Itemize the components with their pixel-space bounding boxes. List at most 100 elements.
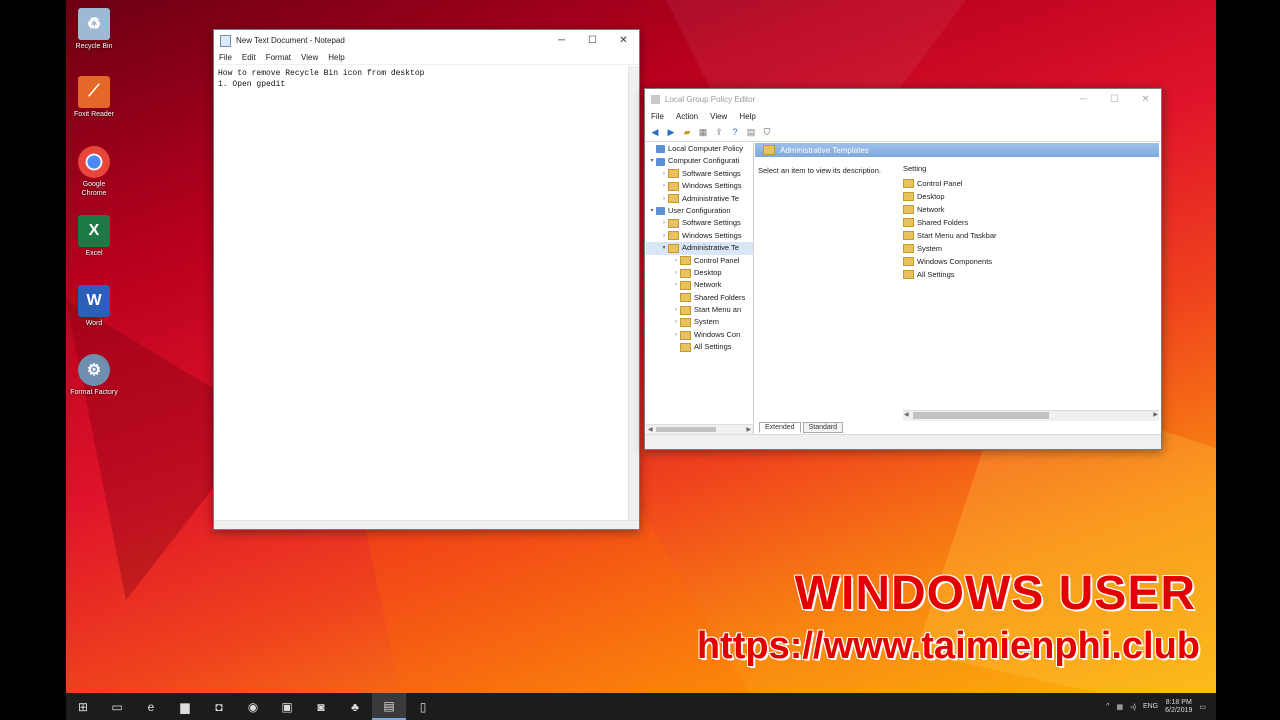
language-indicator[interactable]: ENG (1143, 703, 1158, 710)
maximize-icon[interactable]: ☐ (577, 35, 608, 46)
chevron-right-icon[interactable]: › (660, 217, 668, 229)
scroll-right-icon[interactable]: ▶ (1153, 411, 1158, 418)
menu-file[interactable]: File (219, 53, 232, 62)
notepad-titlebar[interactable]: New Text Document - Notepad ─ ☐ ✕ (214, 30, 639, 51)
app-button[interactable]: ▣ (270, 693, 304, 720)
tree-item[interactable]: › System (646, 316, 753, 328)
tree-item[interactable]: Local Computer Policy (646, 143, 753, 155)
vertical-scrollbar[interactable] (628, 66, 639, 521)
gpedit-button[interactable]: ▤ (372, 693, 406, 720)
list-item[interactable]: Windows Components (903, 255, 997, 268)
task-view-button[interactable]: ▭ (100, 693, 134, 720)
tree-item[interactable]: Shared Folders (646, 292, 753, 304)
chevron-right-icon[interactable]: › (660, 168, 668, 180)
tree-item[interactable]: › Control Panel (646, 255, 753, 267)
start-button[interactable]: ⊞ (66, 693, 100, 720)
up-folder-icon[interactable]: ▰ (681, 127, 693, 138)
scroll-left-icon[interactable]: ◀ (904, 411, 909, 418)
list-item[interactable]: Shared Folders (903, 216, 997, 229)
file-explorer-button[interactable]: ▆ (168, 693, 202, 720)
help-icon[interactable]: ? (729, 127, 741, 138)
menu-file[interactable]: File (651, 112, 664, 121)
policy-tree[interactable]: Local Computer Policy ▾ Computer Configura… (646, 143, 754, 434)
chevron-right-icon[interactable]: › (660, 180, 668, 192)
tree-item[interactable]: › Windows Settings (646, 180, 753, 192)
tree-item[interactable]: › Software Settings (646, 217, 753, 229)
minimize-icon[interactable]: ─ (1068, 94, 1099, 105)
menu-action[interactable]: Action (676, 112, 698, 121)
desktop-icon-chrome[interactable]: Google Chrome (70, 146, 118, 198)
scrollbar-thumb[interactable] (913, 412, 1049, 419)
tree-horizontal-scrollbar[interactable]: ◀ ▶ (646, 424, 753, 434)
chevron-right-icon[interactable]: › (672, 267, 680, 279)
tab-standard[interactable]: Standard (802, 422, 844, 433)
chevron-right-icon[interactable]: › (672, 329, 680, 341)
filter-icon[interactable]: ⛉ (761, 127, 773, 138)
clock[interactable]: 8:18 PM 6/2/2019 (1165, 699, 1192, 715)
menu-view[interactable]: View (710, 112, 727, 121)
back-arrow-icon[interactable]: ◀ (649, 127, 661, 138)
chrome-button[interactable]: ◉ (236, 693, 270, 720)
tree-item[interactable]: All Settings (646, 341, 753, 353)
menu-view[interactable]: View (301, 53, 318, 62)
menu-format[interactable]: Format (266, 53, 291, 62)
menu-help[interactable]: Help (328, 53, 344, 62)
minimize-icon[interactable]: ─ (546, 35, 577, 46)
properties-icon[interactable]: ▤ (745, 127, 757, 138)
list-item[interactable]: Desktop (903, 190, 997, 203)
maximize-icon[interactable]: ☐ (1099, 94, 1130, 105)
export-list-icon[interactable]: ⇪ (713, 127, 725, 138)
tree-item[interactable]: › Software Settings (646, 168, 753, 180)
tree-item[interactable]: › Start Menu an (646, 304, 753, 316)
horizontal-scrollbar[interactable] (214, 520, 639, 529)
desktop-icon-foxit-reader[interactable]: ⟋ Foxit Reader (70, 76, 118, 119)
forward-arrow-icon[interactable]: ▶ (665, 127, 677, 138)
show-hide-tree-icon[interactable]: ▦ (697, 127, 709, 138)
network-app-button[interactable]: ♣ (338, 693, 372, 720)
tree-item[interactable]: › Network (646, 279, 753, 291)
list-item[interactable]: Control Panel (903, 177, 997, 190)
tree-item[interactable]: › Desktop (646, 267, 753, 279)
details-horizontal-scrollbar[interactable]: ◀ ▶ (903, 410, 1159, 421)
chevron-right-icon[interactable]: › (672, 279, 680, 291)
notepad-button[interactable]: ▯ (406, 693, 440, 720)
chevron-right-icon[interactable]: › (672, 255, 680, 267)
menu-edit[interactable]: Edit (242, 53, 256, 62)
chevron-right-icon[interactable]: › (672, 316, 680, 328)
menu-help[interactable]: Help (739, 112, 755, 121)
desktop-icon-recycle-bin[interactable]: ♻ Recycle Bin (70, 8, 118, 51)
tree-item[interactable]: › Windows Con (646, 329, 753, 341)
tree-item[interactable]: › Administrative Te (646, 193, 753, 205)
chevron-down-icon[interactable]: ▾ (648, 205, 656, 217)
tab-extended[interactable]: Extended (759, 422, 801, 433)
store-button[interactable]: ◘ (202, 693, 236, 720)
tree-item[interactable]: ▾ User Configuration (646, 205, 753, 217)
desktop-icon-word[interactable]: W Word (70, 285, 118, 328)
list-item[interactable]: Start Menu and Taskbar (903, 229, 997, 242)
gpedit-window[interactable]: Local Group Policy Editor ─ ☐ ✕ File Act… (644, 88, 1162, 450)
list-item[interactable]: Network (903, 203, 997, 216)
tree-item[interactable]: › Windows Settings (646, 230, 753, 242)
network-icon[interactable]: ▦ (1116, 703, 1123, 711)
tree-item[interactable]: ▾ Administrative Te (646, 242, 753, 255)
desktop-icon-format-factory[interactable]: ⚙ Format Factory (70, 354, 118, 397)
close-icon[interactable]: ✕ (1130, 94, 1161, 105)
scroll-left-icon[interactable]: ◀ (648, 426, 653, 433)
chevron-right-icon[interactable]: › (672, 304, 680, 316)
list-item[interactable]: System (903, 242, 997, 255)
column-header-setting[interactable]: Setting (903, 163, 997, 175)
chevron-down-icon[interactable]: ▾ (660, 242, 668, 254)
notifications-icon[interactable]: ▭ (1199, 703, 1206, 711)
notepad-window[interactable]: New Text Document - Notepad ─ ☐ ✕ File E… (213, 29, 640, 530)
edge-button[interactable]: e (134, 693, 168, 720)
scrollbar-thumb[interactable] (656, 427, 716, 432)
close-icon[interactable]: ✕ (608, 35, 639, 46)
list-item[interactable]: All Settings (903, 268, 997, 281)
notepad-text-area[interactable]: How to remove Recycle Bin icon from desk… (214, 66, 629, 521)
scroll-right-icon[interactable]: ▶ (746, 426, 751, 433)
gpedit-titlebar[interactable]: Local Group Policy Editor ─ ☐ ✕ (645, 89, 1161, 109)
chevron-right-icon[interactable]: › (660, 193, 668, 205)
chevron-right-icon[interactable]: › (660, 230, 668, 242)
desktop-icon-excel[interactable]: X Excel (70, 215, 118, 258)
chevron-up-icon[interactable]: ^ (1106, 703, 1109, 710)
